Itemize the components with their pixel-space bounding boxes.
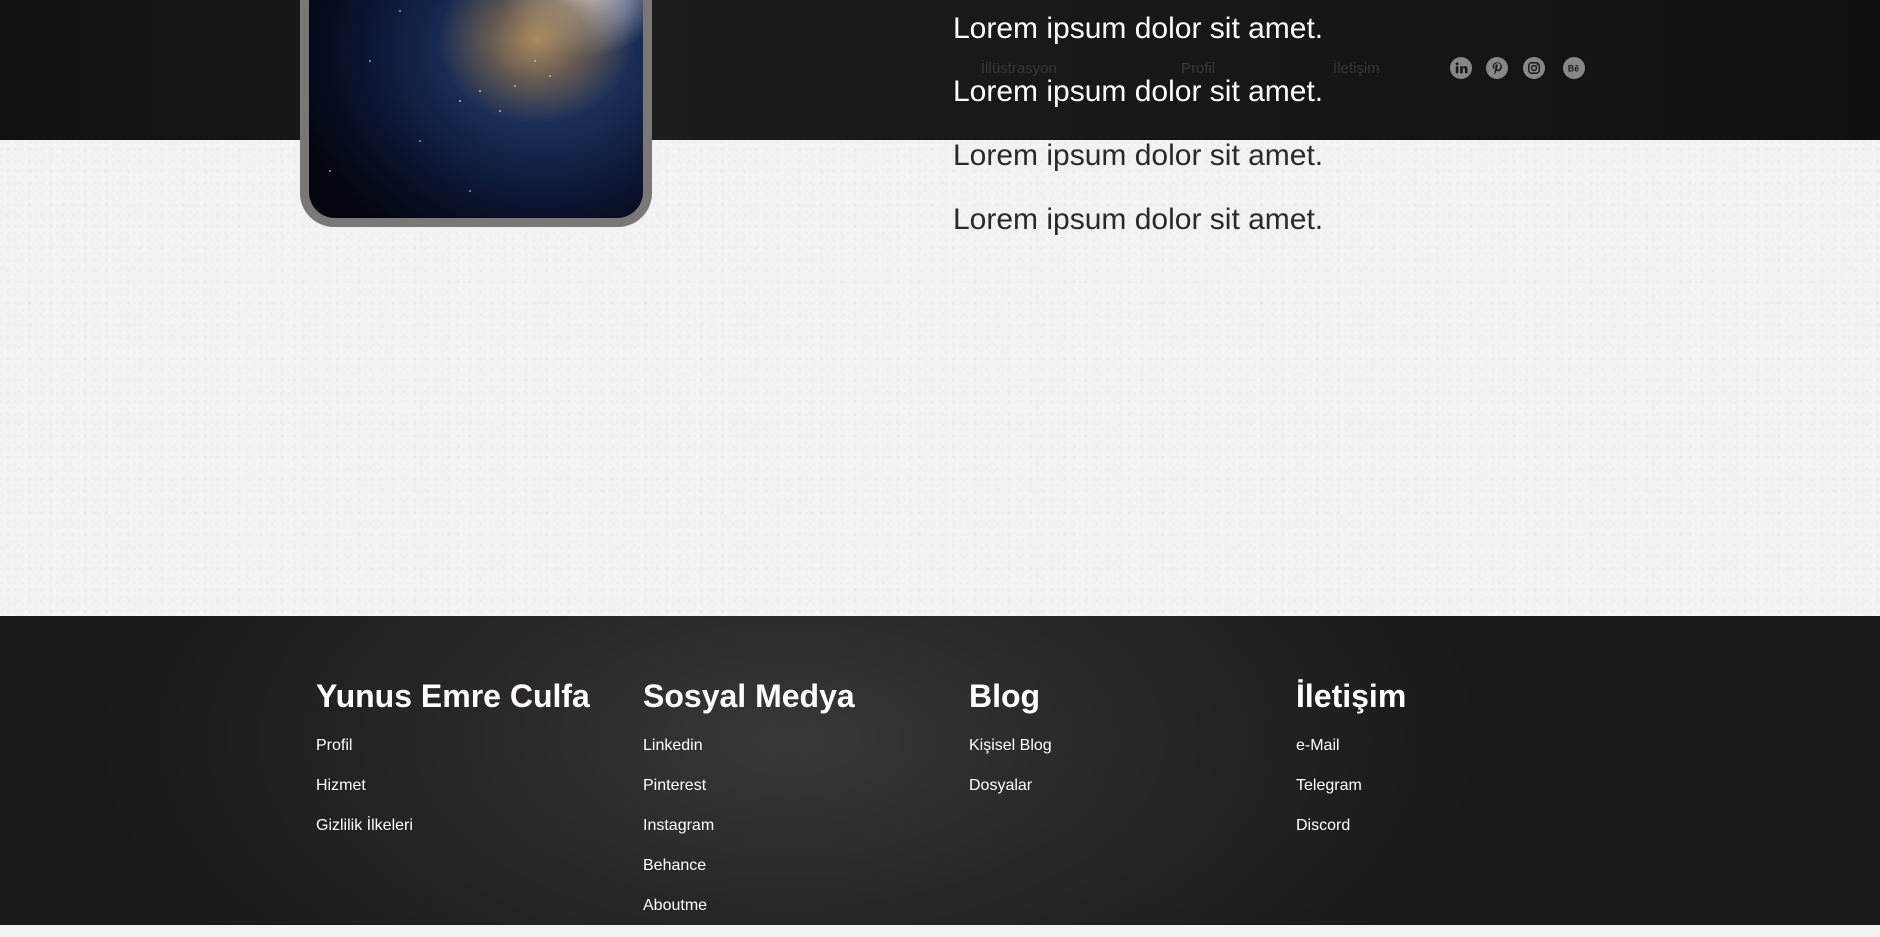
footer-link-aboutme[interactable]: Aboutme [643,897,855,937]
hero-text-line: Lorem ipsum dolor sit amet. [953,203,1324,236]
earth-image [309,0,643,218]
hero-text-line: Lorem ipsum dolor sit amet. [953,139,1324,172]
footer-link-email[interactable]: e-Mail [1296,737,1406,777]
footer-column-profile: Yunus Emre Culfa Profil Hizmet Gizlilik … [316,678,590,857]
svg-text:Bē: Bē [1568,64,1579,74]
footer-link-profil[interactable]: Profil [316,737,590,777]
footer-link-telegram[interactable]: Telegram [1296,777,1406,817]
linkedin-icon[interactable] [1450,57,1472,79]
footer-title: Yunus Emre Culfa [316,678,590,714]
footer-link-pinterest[interactable]: Pinterest [643,777,855,817]
hero-text-line: Lorem ipsum dolor sit amet. [953,12,1324,45]
footer-title: İletişim [1296,678,1407,714]
footer-title: Blog [969,678,1041,714]
footer-link-instagram[interactable]: Instagram [643,817,855,857]
nav-item-iletisim[interactable]: İletişim [1333,60,1380,77]
phone-mockup [300,0,652,227]
footer-title: Sosyal Medya [643,678,855,714]
footer-link-discord[interactable]: Discord [1296,817,1406,857]
footer-link-gizlilik[interactable]: Gizlilik İlkeleri [316,817,590,857]
behance-icon[interactable]: Bē [1563,57,1585,79]
footer-link-linkedin[interactable]: Linkedin [643,737,855,777]
hero-text-line: Lorem ipsum dolor sit amet. [953,75,1324,108]
site-header: M İllüstrasyon Profil İletişim Bē [0,0,1880,140]
instagram-icon[interactable] [1523,57,1545,79]
site-footer: Yunus Emre Culfa Profil Hizmet Gizlilik … [0,616,1880,925]
footer-column-blog: Blog Kişisel Blog Dosyalar [969,678,1052,817]
footer-column-contact: İletişim e-Mail Telegram Discord [1296,678,1406,857]
footer-column-social: Sosyal Medya Linkedin Pinterest Instagra… [643,678,855,937]
footer-link-dosyalar[interactable]: Dosyalar [969,777,1052,817]
footer-link-behance[interactable]: Behance [643,857,855,897]
footer-link-hizmet[interactable]: Hizmet [316,777,590,817]
footer-link-kisisel-blog[interactable]: Kişisel Blog [969,737,1052,777]
pinterest-icon[interactable] [1486,57,1508,79]
